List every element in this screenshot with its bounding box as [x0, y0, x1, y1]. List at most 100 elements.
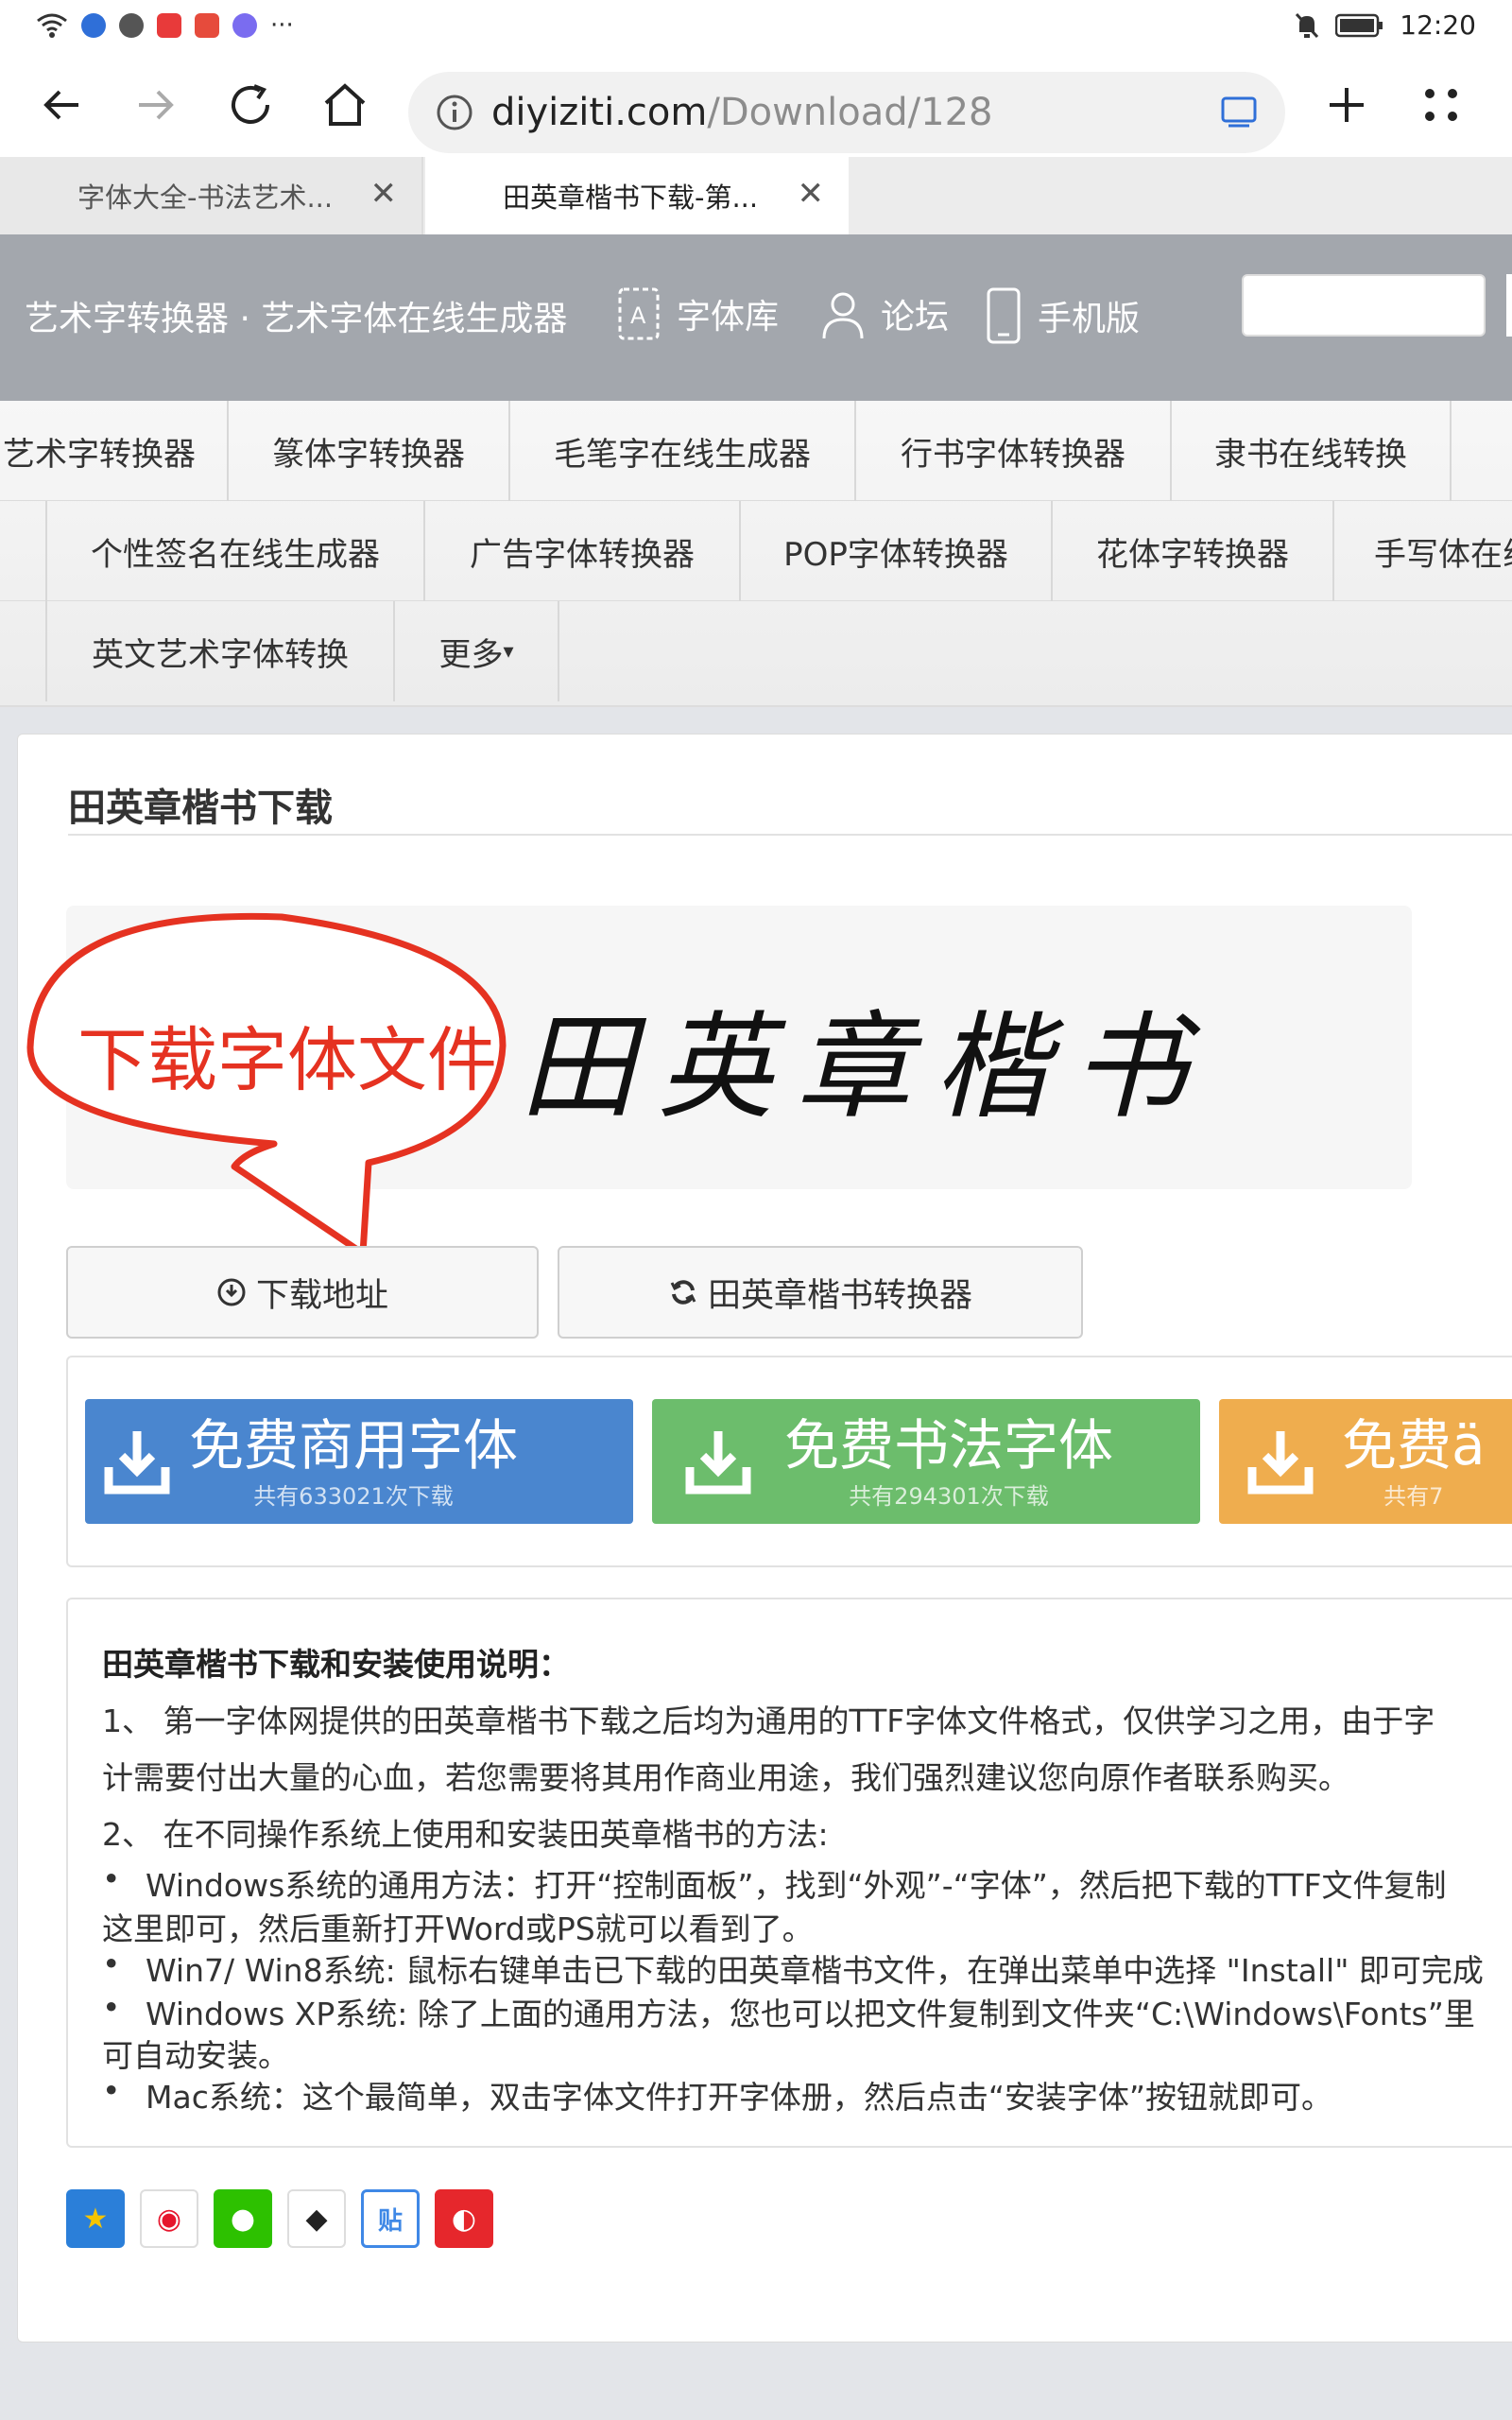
- tab-title: 田英章楷书下载-第...: [503, 182, 759, 214]
- title-divider: [68, 834, 1512, 836]
- menu-item-pop-font[interactable]: POP字体转换器: [741, 501, 1053, 601]
- menu-item-fancy-font[interactable]: 花体字转换器: [1053, 501, 1334, 601]
- menu-item-overflow[interactable]: [0, 601, 47, 701]
- clock: 12:20: [1400, 9, 1476, 41]
- menu-item-overflow[interactable]: [1452, 401, 1512, 501]
- ad-count: 共有7: [1383, 1482, 1444, 1510]
- browser-toolbar: diyiziti.com/Download/128: [0, 55, 1512, 157]
- close-icon[interactable]: ✕: [798, 178, 825, 210]
- download-arrow-icon: [1247, 1431, 1314, 1495]
- qq-icon[interactable]: ◆: [287, 2189, 346, 2248]
- menu-more-label: 更多: [438, 635, 504, 674]
- nav-forum[interactable]: 论坛: [818, 285, 949, 342]
- new-tab-icon: [1330, 88, 1364, 122]
- menu-item-english-art[interactable]: 英文艺术字体转换: [47, 601, 395, 701]
- download-arrow-icon: [685, 1431, 751, 1495]
- forward-button[interactable]: [123, 72, 189, 138]
- callout-text: 下载字体文件: [77, 1020, 497, 1101]
- nav-mobile[interactable]: 手机版: [983, 285, 1140, 346]
- converter-button[interactable]: 田英章楷书转换器: [558, 1246, 1083, 1339]
- address-bar[interactable]: diyiziti.com/Download/128: [408, 72, 1285, 153]
- menu-row: 英文艺术字体转换 更多 ▾: [0, 601, 1512, 701]
- font-sample-text: 田英章楷书: [520, 1000, 1210, 1134]
- menu-item-running-script[interactable]: 行书字体转换器: [856, 401, 1172, 501]
- weibo-icon[interactable]: ◉: [140, 2189, 198, 2248]
- download-arrow-icon: [104, 1431, 170, 1495]
- ad-free-calligraphy-fonts[interactable]: 免费书法字体共有294301次下载: [652, 1399, 1200, 1524]
- menu-row: 艺术字转换器 篆体字转换器 毛笔字在线生成器 行书字体转换器 隶书在线转换: [0, 401, 1512, 501]
- tieba-icon[interactable]: 贴: [361, 2189, 420, 2248]
- list-item: Mac系统：这个最简单，双击字体文件打开字体册，然后点击“安装字体”按钮就即可。: [102, 2072, 1332, 2118]
- nav-label: 论坛: [881, 298, 950, 337]
- url-domain: diyiziti.com: [491, 91, 708, 134]
- download-address-button[interactable]: 下载地址: [66, 1246, 539, 1339]
- header-search-button[interactable]: [1506, 274, 1512, 337]
- callout-annotation: 下载字体文件: [26, 909, 518, 1259]
- mute-icon: [1296, 12, 1319, 38]
- instructions-para-1-cont: 计需要付出大量的心血，若您需要将其用作商业用途，我们强烈建议您向原作者联系购买。: [102, 1759, 1349, 1796]
- download-label: 下载地址: [255, 1276, 388, 1315]
- vpn-icon: [119, 13, 144, 38]
- caret-down-icon: ▾: [503, 639, 514, 664]
- mobile-icon: [987, 287, 1021, 344]
- ad-count: 共有294301次下载: [849, 1482, 1049, 1510]
- menu-item-ad-font[interactable]: 广告字体转换器: [425, 501, 741, 601]
- menu-item-brush[interactable]: 毛笔字在线生成器: [510, 401, 856, 501]
- app-red-icon: [157, 13, 181, 38]
- menu-item-more[interactable]: 更多 ▾: [395, 601, 559, 701]
- site-header: 艺术字转换器 · 艺术字体在线生成器 A 字体库 论坛 手机版: [0, 234, 1512, 401]
- tablet-mode-icon[interactable]: [1219, 95, 1259, 130]
- bullet-text: Windows系统的通用方法：打开“控制面板”，找到“外观”-“字体”，然后把下…: [146, 1867, 1447, 1904]
- download-circle-icon: [217, 1278, 246, 1306]
- back-button[interactable]: [28, 72, 94, 138]
- reload-button[interactable]: [217, 72, 284, 138]
- battery-icon: [1335, 13, 1383, 37]
- bullet-text-cont: 可自动安装。: [102, 2037, 289, 2074]
- tab-font-list[interactable]: 字体大全-书法艺术... ✕: [0, 157, 423, 234]
- bullet-text-cont: 这里即可，然后重新打开Word或PS就可以看到了。: [102, 1910, 814, 1947]
- tab-current-download[interactable]: 田英章楷书下载-第... ✕: [425, 157, 849, 234]
- app-store-icon: [195, 13, 219, 38]
- home-button[interactable]: [312, 72, 378, 138]
- ad-title: 免费书法字体: [784, 1412, 1114, 1478]
- converter-label: 田英章楷书转换器: [707, 1276, 972, 1315]
- bulb-icon: [81, 13, 106, 38]
- nav-label: 字体库: [677, 298, 780, 337]
- new-tab-button[interactable]: [1314, 72, 1380, 138]
- install-instructions: 田英章楷书下载和安装使用说明： 1、 第一字体网提供的田英章楷书下载之后均为通用…: [66, 1598, 1512, 2148]
- status-bar: ··· 12:20: [0, 0, 1512, 55]
- font-download-ads: 免费商用字体共有633021次下载 免费书法字体共有294301次下载 免费ä 共…: [66, 1356, 1512, 1567]
- menu-item-clerical[interactable]: 隶书在线转换: [1172, 401, 1452, 501]
- user-icon: [822, 292, 864, 339]
- bullet-text: Mac系统：这个最简单，双击字体文件打开字体册，然后点击“安装字体”按钮就即可。: [146, 2079, 1333, 2116]
- nav-font-library[interactable]: A 字体库: [614, 285, 779, 342]
- bullet-text: Windows XP系统: 除了上面的通用方法，您也可以把文件复制到文件夹“C:…: [146, 1996, 1475, 2032]
- share-bar: ★ ◉ ● ◆ 贴 ◐: [66, 2189, 493, 2248]
- ad-free-commercial-fonts[interactable]: 免费商用字体共有633021次下载: [85, 1399, 633, 1524]
- close-icon[interactable]: ✕: [370, 178, 398, 210]
- wechat-icon[interactable]: ●: [214, 2189, 272, 2248]
- menu-icon: [1425, 89, 1457, 121]
- menu-button[interactable]: [1408, 72, 1474, 138]
- reload-icon: [232, 84, 269, 124]
- list-item: Win7/ Win8系统: 鼠标右键单击已下载的田英章楷书文件，在弹出菜单中选择…: [102, 1945, 1484, 1991]
- menu-row: 个性签名在线生成器 广告字体转换器 POP字体转换器 花体字转换器 手写体在线: [0, 501, 1512, 601]
- menu-item-art-text[interactable]: 艺术字转换器: [0, 401, 229, 501]
- ad-free-fonts-3[interactable]: 免费ä 共有7: [1219, 1399, 1512, 1524]
- header-search-input[interactable]: [1242, 274, 1486, 337]
- site-brand[interactable]: 艺术字转换器 · 艺术字体在线生成器: [25, 291, 567, 340]
- tab-bar: 字体大全-书法艺术... ✕ 田英章楷书下载-第... ✕: [0, 157, 1512, 234]
- ad-title: 免费商用字体: [189, 1412, 519, 1478]
- font-library-icon: A: [618, 287, 660, 340]
- svg-text:A: A: [630, 302, 646, 329]
- ad-count: 共有633021次下载: [253, 1482, 454, 1510]
- menu-item-seal-script[interactable]: 篆体字转换器: [229, 401, 510, 501]
- instructions-para-1: 1、 第一字体网提供的田英章楷书下载之后均为通用的TTF字体文件格式，仅供学习之…: [102, 1703, 1435, 1739]
- menu-item-signature[interactable]: 个性签名在线生成器: [47, 501, 425, 601]
- menu-item-overflow[interactable]: [0, 501, 47, 601]
- converter-menu: 艺术字转换器 篆体字转换器 毛笔字在线生成器 行书字体转换器 隶书在线转换 个性…: [0, 401, 1512, 707]
- tab-title: 字体大全-书法艺术...: [77, 182, 334, 214]
- kaixin-icon[interactable]: ◐: [435, 2189, 493, 2248]
- menu-item-handwriting[interactable]: 手写体在线: [1334, 501, 1512, 601]
- qzone-icon[interactable]: ★: [66, 2189, 125, 2248]
